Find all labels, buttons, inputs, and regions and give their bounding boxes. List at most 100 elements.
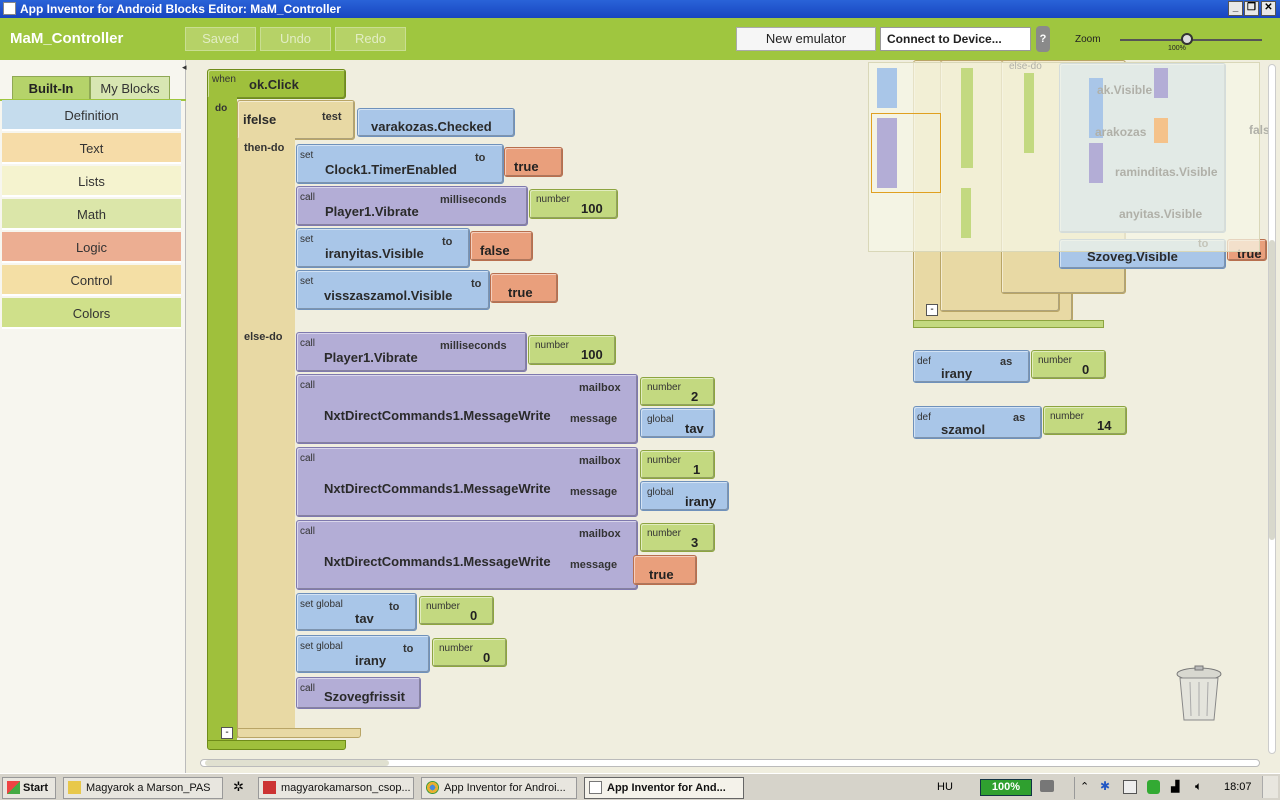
- mailbox-label: mailbox: [579, 455, 621, 467]
- volume-icon[interactable]: 🔈︎: [1195, 779, 1202, 794]
- connect-device-dropdown[interactable]: Connect to Device...: [880, 27, 1031, 51]
- show-hidden-icons-icon[interactable]: ⌃: [1080, 780, 1089, 793]
- minimap-block: [1154, 68, 1168, 98]
- drawer-logic[interactable]: Logic: [2, 232, 181, 263]
- number-value: 2: [691, 389, 699, 404]
- call-label: call: [300, 192, 316, 203]
- ifelse-label: ifelse: [243, 112, 277, 127]
- help-icon[interactable]: ?: [1036, 26, 1050, 52]
- taskbar-item[interactable]: magyarokamarson_csop...: [258, 777, 414, 799]
- ifelse-spine: [237, 138, 295, 738]
- call-label: call: [300, 683, 316, 694]
- procedure-name: Szovegfrissit: [324, 689, 405, 704]
- set-label: set: [300, 276, 314, 287]
- number-value: 1: [693, 462, 701, 477]
- set-global-label: set global: [300, 599, 343, 610]
- number-value: 3: [691, 535, 699, 550]
- saved-button[interactable]: Saved: [185, 27, 256, 51]
- set-label: set: [300, 150, 314, 161]
- redo-button[interactable]: Redo: [335, 27, 406, 51]
- vertical-scroll-thumb[interactable]: [1269, 240, 1275, 540]
- event-block-footer: [207, 740, 346, 750]
- show-desktop-button[interactable]: [1262, 776, 1278, 798]
- def-name: irany: [941, 366, 973, 381]
- mailbox-label: mailbox: [579, 528, 621, 540]
- network-icon[interactable]: [1040, 780, 1054, 792]
- undo-button[interactable]: Undo: [260, 27, 331, 51]
- method-name: NxtDirectCommands1.MessageWrite: [324, 481, 551, 496]
- taskbar-item[interactable]: Magyarok a Marson_PAS: [63, 777, 223, 799]
- as-label: as: [1000, 356, 1013, 368]
- drawer-text[interactable]: Text: [2, 133, 181, 164]
- zoom-slider-handle[interactable]: [1181, 33, 1193, 45]
- method-name: NxtDirectCommands1.MessageWrite: [324, 408, 551, 423]
- drawer-control[interactable]: Control: [2, 265, 181, 296]
- trash-can-icon[interactable]: [1174, 664, 1224, 724]
- number-label: number: [647, 455, 681, 466]
- as-label: as: [1013, 412, 1026, 424]
- display-icon[interactable]: [1123, 780, 1137, 794]
- set-global-label: set global: [300, 641, 343, 652]
- method-name: Player1.Vibrate: [324, 350, 418, 365]
- global-name: irany: [685, 494, 717, 509]
- def-label: def: [917, 412, 931, 423]
- number-value: 100: [581, 347, 603, 362]
- method-name: NxtDirectCommands1.MessageWrite: [324, 554, 551, 569]
- minimap-block: [961, 188, 971, 238]
- global-name: irany: [355, 653, 387, 668]
- language-indicator[interactable]: HU: [937, 781, 953, 793]
- wifi-icon[interactable]: ▟: [1171, 780, 1179, 793]
- minimap-ghost-text: ak.Visible: [1097, 83, 1153, 97]
- app-icon[interactable]: ✲: [233, 779, 244, 795]
- number-value: 0: [483, 650, 491, 665]
- number-label: number: [647, 382, 681, 393]
- message-label: message: [570, 486, 618, 498]
- do-label: do: [215, 103, 228, 114]
- number-label: number: [1038, 355, 1072, 366]
- drawer-lists[interactable]: Lists: [2, 166, 181, 197]
- tray-divider: [1074, 777, 1075, 799]
- number-value: 100: [581, 201, 603, 216]
- call-label: call: [300, 453, 316, 464]
- zoom-percent: 100%: [1168, 45, 1186, 52]
- window-title: App Inventor for Android Blocks Editor: …: [20, 2, 341, 16]
- restore-icon[interactable]: ❐: [1244, 1, 1259, 16]
- new-emulator-button[interactable]: New emulator: [736, 27, 876, 51]
- number-label: number: [535, 340, 569, 351]
- boolean-value: true: [508, 285, 533, 300]
- security-icon[interactable]: [1147, 780, 1160, 794]
- app-header: MaM_Controller Saved Undo Redo New emula…: [0, 18, 1280, 60]
- project-name: MaM_Controller: [10, 30, 124, 47]
- close-icon[interactable]: ✕: [1261, 1, 1276, 16]
- minimap-ghost-text: arakozas: [1095, 125, 1147, 139]
- workspace-minimap[interactable]: ak.Visible arakozas raminditas.Visible a…: [868, 61, 1276, 252]
- call-label: call: [300, 380, 316, 391]
- collapse-icon[interactable]: -: [926, 304, 938, 316]
- tab-built-in[interactable]: Built-In: [12, 76, 90, 100]
- taskbar-item-active[interactable]: App Inventor for And...: [584, 777, 744, 799]
- number-label: number: [1050, 411, 1084, 422]
- drawer-math[interactable]: Math: [2, 199, 181, 230]
- minimap-block: [877, 118, 897, 188]
- drawer-definition[interactable]: Definition: [2, 100, 181, 131]
- drawer-colors[interactable]: Colors: [2, 298, 181, 329]
- def-name: szamol: [941, 422, 986, 437]
- horizontal-scroll-thumb[interactable]: [205, 760, 389, 766]
- clock[interactable]: 18:07: [1224, 781, 1252, 793]
- collapse-icon[interactable]: -: [221, 727, 233, 739]
- minimap-ghost-text: else-do: [1009, 61, 1042, 72]
- minimize-icon[interactable]: _: [1228, 1, 1243, 16]
- taskbar-item[interactable]: App Inventor for Androi...: [421, 777, 577, 799]
- milliseconds-label: milliseconds: [440, 340, 507, 352]
- then-do-label: then-do: [244, 142, 285, 154]
- java-icon: [589, 781, 602, 794]
- to-label: to: [403, 643, 414, 655]
- call-label: call: [300, 526, 316, 537]
- collapse-arrow-icon[interactable]: ◂: [182, 62, 187, 73]
- tab-my-blocks[interactable]: My Blocks: [90, 76, 170, 100]
- start-button[interactable]: Start: [2, 777, 56, 799]
- bluetooth-icon[interactable]: ✱: [1100, 779, 1110, 793]
- app-icon: [263, 781, 276, 794]
- minimap-ghost-text: anyitas.Visible: [1119, 207, 1203, 221]
- battery-indicator[interactable]: 100%: [980, 779, 1032, 796]
